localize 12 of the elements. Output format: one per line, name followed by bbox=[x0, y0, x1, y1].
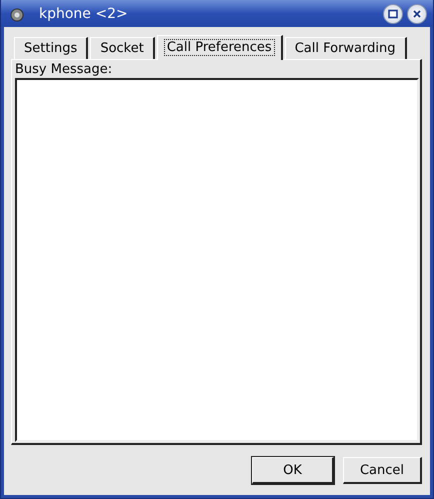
dialog-button[interactable]: Cancel bbox=[343, 457, 422, 484]
close-button[interactable] bbox=[407, 4, 427, 24]
tab[interactable]: Call Forwarding bbox=[284, 37, 406, 59]
tab[interactable]: Socket bbox=[90, 37, 155, 59]
tab[interactable]: Settings bbox=[14, 37, 88, 59]
tab[interactable]: Call Preferences bbox=[156, 35, 283, 60]
maximize-button[interactable] bbox=[383, 4, 403, 24]
maximize-icon bbox=[388, 8, 398, 18]
busy-message-label: Busy Message: bbox=[15, 62, 114, 77]
dialog-button[interactable]: OK bbox=[252, 457, 334, 484]
close-icon bbox=[412, 8, 422, 18]
window-title: kphone <2> bbox=[39, 6, 128, 22]
